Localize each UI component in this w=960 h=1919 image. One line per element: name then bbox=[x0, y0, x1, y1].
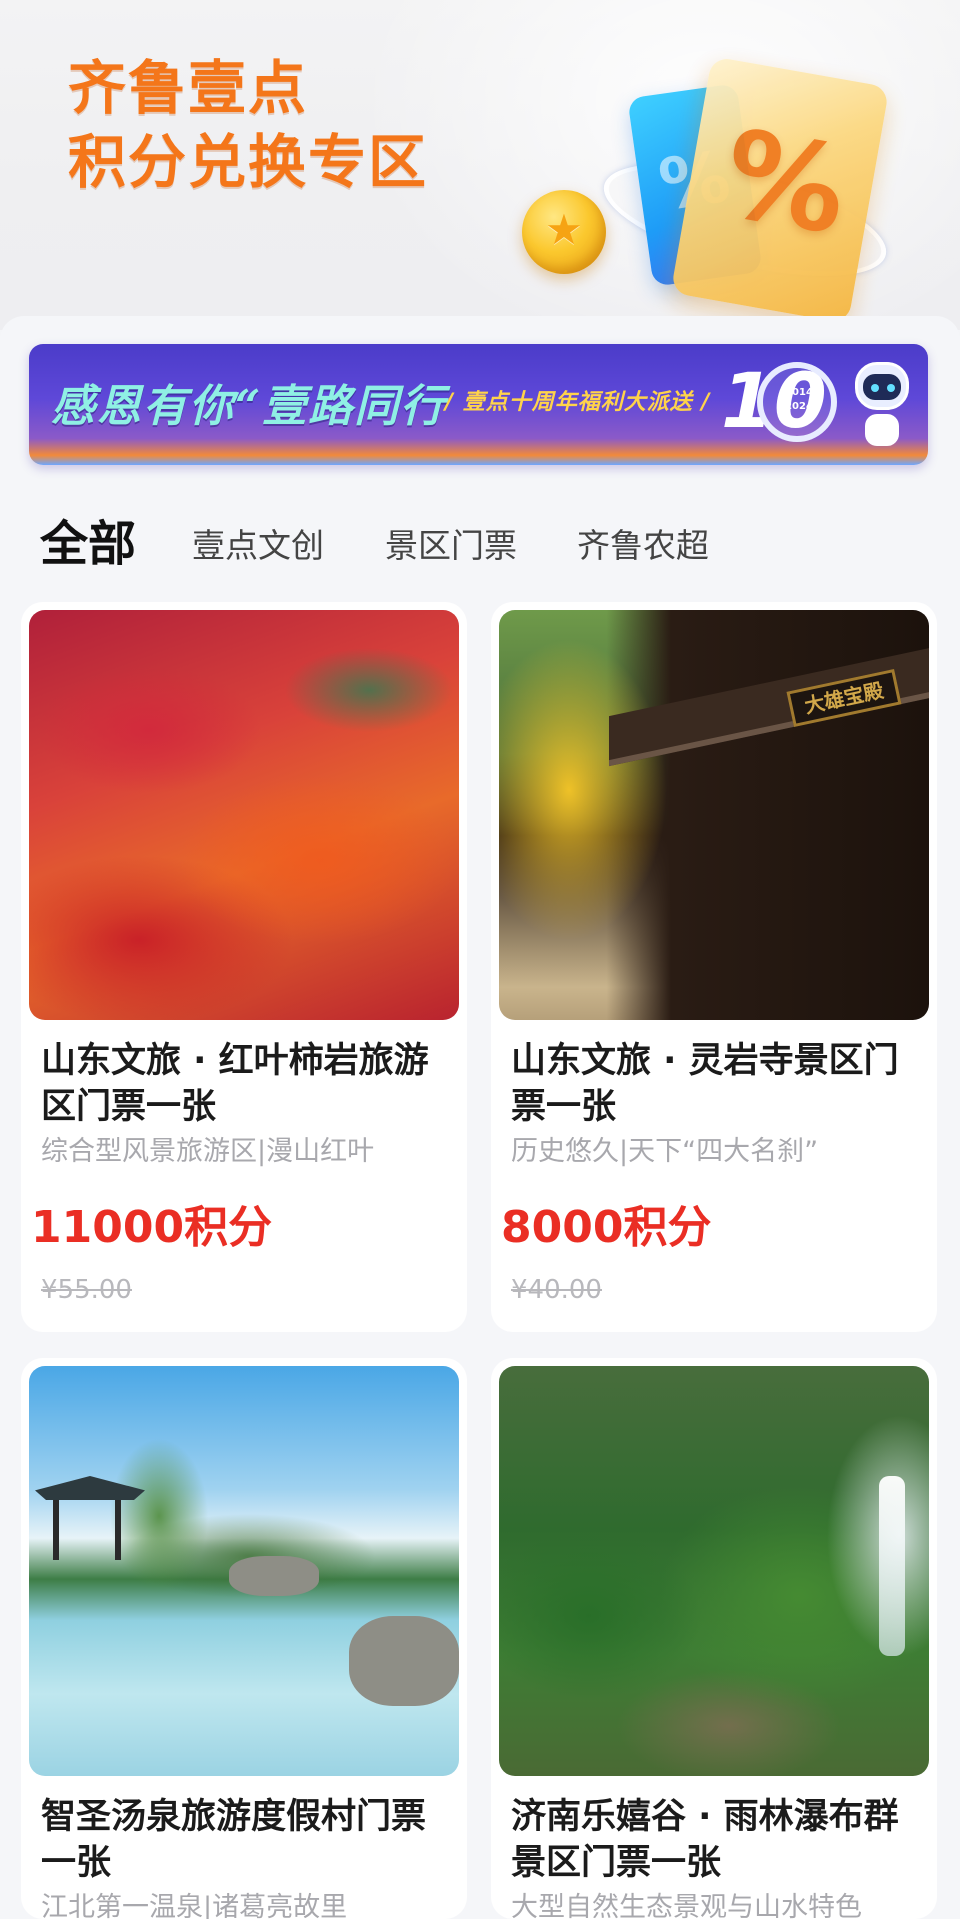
anniversary-promo-banner[interactable]: 感恩有你“壹路同行 / 壹点十周年福利大派送 / 10 2014 2024 bbox=[29, 344, 928, 465]
product-title: 山东文旅 · 红叶柿岩旅游区门票一张 bbox=[41, 1041, 429, 1127]
badge-years: 2014 2024 bbox=[785, 387, 813, 412]
product-title: 山东文旅 · 灵岩寺景区门票一张 bbox=[511, 1041, 899, 1127]
product-original-price: ¥55.00 bbox=[41, 1275, 132, 1305]
product-subtitle: 江北第一温泉|诸葛亮故里 bbox=[41, 1892, 348, 1919]
category-tabs: 全部 壹点文创 景区门票 齐鲁农超 bbox=[40, 516, 920, 576]
pavilion-roof bbox=[35, 1476, 145, 1500]
tab-qilu-farm-market[interactable]: 齐鲁农超 bbox=[577, 524, 709, 568]
banner-sub-text: / 壹点十周年福利大派送 / bbox=[445, 390, 711, 415]
product-card-lingyan[interactable]: 大雄宝殿 山东文旅 · 灵岩寺景区门票一张 历史悠久|天下“四大名刹” 8000… bbox=[491, 602, 937, 1332]
product-subtitle: 综合型风景旅游区|漫山红叶 bbox=[41, 1136, 375, 1167]
hero-title-line1: 齐鲁壹点 bbox=[68, 54, 309, 122]
product-points-price: 11000积分 bbox=[31, 1202, 273, 1253]
product-image-waterfall bbox=[499, 1366, 929, 1776]
tab-scenic-tickets[interactable]: 景区门票 bbox=[385, 524, 517, 568]
product-title: 智圣汤泉旅游度假村门票一张 bbox=[41, 1797, 427, 1883]
product-image-temple: 大雄宝殿 bbox=[499, 610, 929, 1020]
hero-header: 齐鲁壹点 积分兑换专区 % % ★ bbox=[0, 0, 960, 330]
waterfall bbox=[879, 1476, 905, 1656]
product-card-zhisheng[interactable]: 智圣汤泉旅游度假村门票一张 江北第一温泉|诸葛亮故里 bbox=[21, 1358, 467, 1919]
hero-title-line2: 积分兑换专区 bbox=[68, 128, 429, 196]
ten-year-badge: 10 2014 2024 bbox=[719, 354, 839, 454]
star-coin-icon: ★ bbox=[522, 190, 606, 274]
robot-mascot-icon bbox=[849, 358, 915, 452]
tab-all[interactable]: 全部 bbox=[40, 516, 136, 572]
product-card-lexigu[interactable]: 济南乐嬉谷 · 雨林瀑布群景区门票一张 大型自然生态景观与山水特色 bbox=[491, 1358, 937, 1919]
banner-main-text: 感恩有你“壹路同行 bbox=[51, 381, 447, 432]
product-image-hot-spring bbox=[29, 1366, 459, 1776]
product-subtitle: 历史悠久|天下“四大名刹” bbox=[511, 1136, 819, 1167]
product-title: 济南乐嬉谷 · 雨林瀑布群景区门票一张 bbox=[511, 1797, 899, 1883]
product-image-red-leaf bbox=[29, 610, 459, 1020]
product-subtitle: 大型自然生态景观与山水特色 bbox=[511, 1892, 862, 1919]
product-original-price: ¥40.00 bbox=[511, 1275, 602, 1305]
product-card-hongye[interactable]: 山东文旅 · 红叶柿岩旅游区门票一张 综合型风景旅游区|漫山红叶 11000积分… bbox=[21, 602, 467, 1332]
product-points-price: 8000积分 bbox=[501, 1202, 712, 1253]
tab-yidian-creative[interactable]: 壹点文创 bbox=[192, 524, 324, 568]
